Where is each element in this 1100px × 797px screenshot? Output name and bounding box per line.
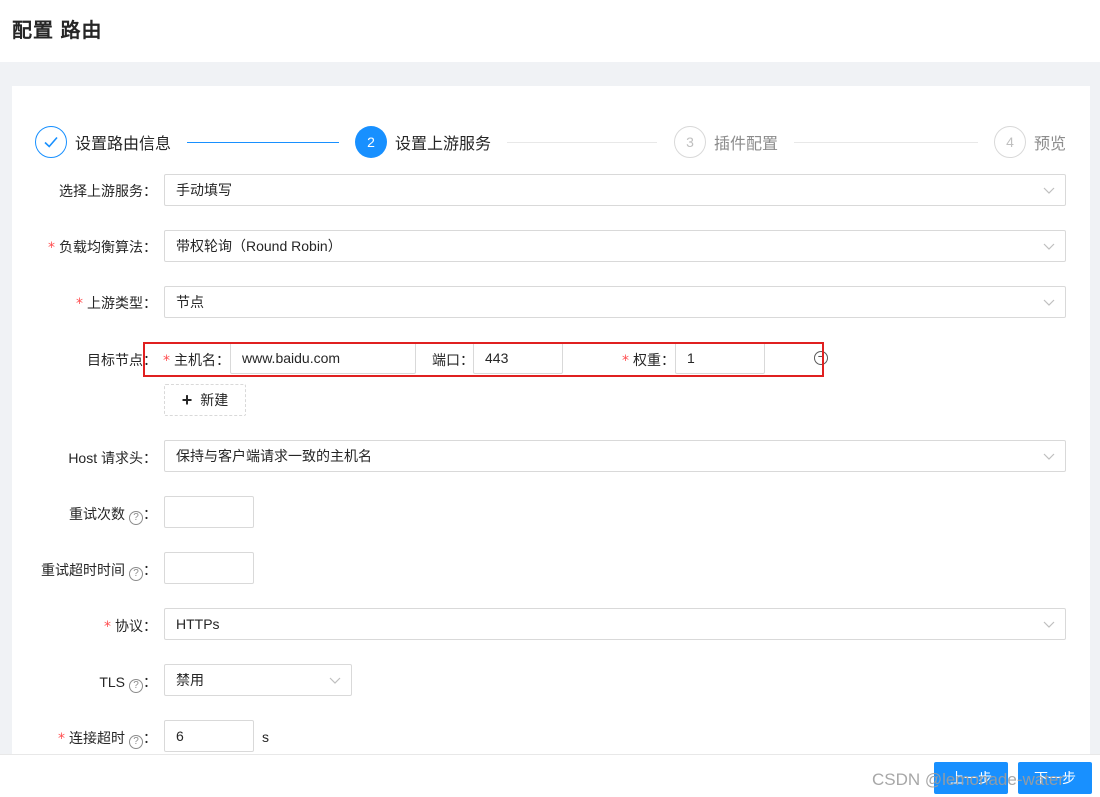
host-header-select[interactable]: 保持与客户端请求一致的主机名: [164, 440, 1066, 472]
step-label: 设置路由信息: [75, 136, 172, 153]
upstream-select[interactable]: 手动填写: [164, 174, 1066, 206]
chevron-down-icon: [1043, 187, 1055, 194]
step-connector: [794, 142, 978, 143]
connect-timeout-unit: s: [262, 729, 269, 745]
upstream-type-select[interactable]: 节点: [164, 286, 1066, 318]
retry-timeout-input[interactable]: [164, 552, 254, 584]
step-label: 插件配置: [714, 136, 779, 153]
question-circle-icon[interactable]: ?: [129, 567, 143, 581]
lb-algorithm-label: * 负载均衡算法：: [48, 239, 157, 256]
select-value: 禁用: [176, 672, 204, 688]
upstream-select-label: 选择上游服务：: [59, 183, 157, 199]
plus-icon: +: [181, 390, 193, 410]
host-header-label: Host 请求头：: [68, 450, 157, 466]
step-plugins[interactable]: 3 插件配置: [674, 126, 778, 158]
step-label: 设置上游服务: [395, 136, 492, 153]
chevron-down-icon: [329, 677, 341, 684]
highlight-annotation: [143, 342, 824, 377]
question-circle-icon[interactable]: ?: [129, 679, 143, 693]
retries-label: 重试次数?：: [69, 506, 157, 525]
chevron-down-icon: [1043, 621, 1055, 628]
select-value: 节点: [176, 294, 204, 310]
tls-label: TLS?：: [99, 674, 157, 693]
check-icon: [35, 126, 67, 158]
step-connector: [507, 142, 657, 143]
chevron-down-icon: [1043, 453, 1055, 460]
step-preview[interactable]: 4 预览: [994, 126, 1066, 158]
protocol-select[interactable]: HTTPs: [164, 608, 1066, 640]
select-value: 带权轮询（Round Robin）: [176, 238, 342, 254]
retry-timeout-label: 重试超时时间?：: [41, 562, 157, 581]
protocol-label: * 协议：: [104, 618, 157, 635]
lb-algorithm-select[interactable]: 带权轮询（Round Robin）: [164, 230, 1066, 262]
step-number: 3: [674, 126, 706, 158]
step-label: 预览: [1034, 136, 1067, 153]
step-route-info[interactable]: 设置路由信息: [35, 126, 171, 158]
step-upstream[interactable]: 2 设置上游服务: [355, 126, 491, 158]
page-header: 配置 路由: [0, 0, 1100, 62]
connect-timeout-label: * 连接超时?：: [58, 730, 157, 749]
select-value: HTTPs: [176, 616, 220, 632]
retries-input[interactable]: [164, 496, 254, 528]
chevron-down-icon: [1043, 243, 1055, 250]
upstream-type-label: * 上游类型：: [76, 295, 157, 312]
add-node-button[interactable]: + 新建: [164, 384, 246, 416]
chevron-down-icon: [1043, 299, 1055, 306]
watermark: CSDN @lemonade-water: [872, 770, 1065, 789]
step-connector: [187, 142, 339, 143]
tls-select[interactable]: 禁用: [164, 664, 352, 696]
select-value: 手动填写: [176, 182, 232, 198]
step-number: 2: [355, 126, 387, 158]
question-circle-icon[interactable]: ?: [129, 511, 143, 525]
button-label: 新建: [200, 392, 229, 408]
select-value: 保持与客户端请求一致的主机名: [176, 448, 372, 464]
page-title: 配置 路由: [12, 20, 103, 42]
connect-timeout-input[interactable]: 6: [164, 720, 254, 752]
step-number: 4: [994, 126, 1026, 158]
question-circle-icon[interactable]: ?: [129, 735, 143, 749]
